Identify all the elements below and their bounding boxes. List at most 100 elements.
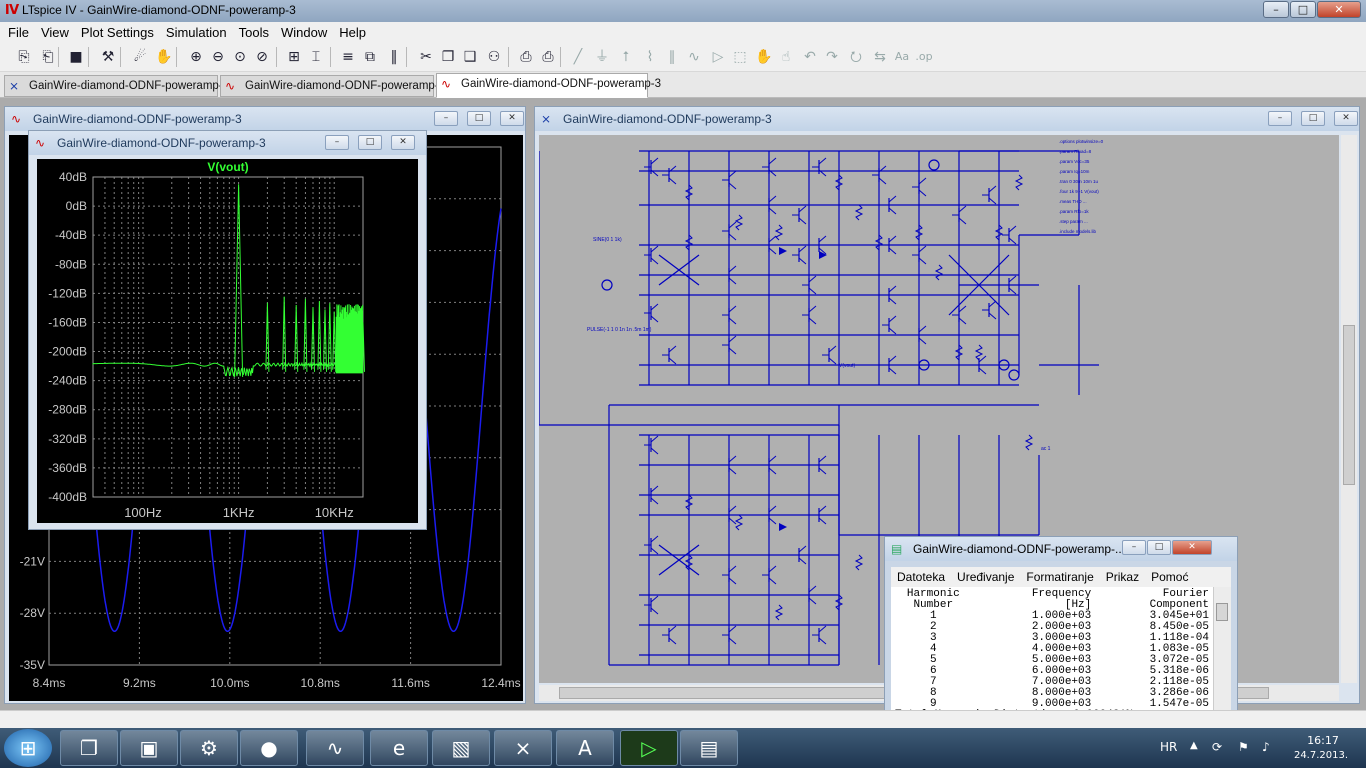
notepad-vertical-scrollbar[interactable] [1213, 587, 1231, 723]
zoom-cancel-icon[interactable]: ⊘ [252, 47, 272, 67]
cascade-icon[interactable]: ⧉ [360, 47, 380, 67]
mirror-icon[interactable]: ⇆ [870, 47, 890, 67]
close-button[interactable]: ✕ [1317, 1, 1361, 18]
copy-icon[interactable]: ❐ [438, 47, 458, 67]
redo-icon[interactable]: ↷ [822, 47, 842, 67]
maximize-button[interactable]: □ [358, 135, 382, 150]
spice-directive[interactable]: .param Vcc=35 [1059, 159, 1090, 164]
undo-icon[interactable]: ↶ [800, 47, 820, 67]
tab-waveform-1[interactable]: ∿ GainWire-diamond-ODNF-poweramp-3 [220, 75, 445, 97]
menu-plot-settings[interactable]: Plot Settings [75, 25, 160, 40]
spice-directive-icon[interactable]: .op [914, 47, 934, 67]
tab-waveform-2[interactable]: ∿ GainWire-diamond-ODNF-poweramp-3 [436, 73, 661, 98]
move-icon[interactable]: ✋ [754, 47, 774, 67]
tray-arrow-icon[interactable]: ▲ [1190, 740, 1198, 751]
spice-directive[interactable]: .options plotwinsize=0 [1059, 139, 1104, 144]
halt-icon[interactable]: ✋ [154, 47, 174, 67]
close-button[interactable]: ✕ [1334, 111, 1358, 126]
volume-icon[interactable]: ♪ [1262, 740, 1270, 754]
menu-formatiranje[interactable]: Formatiranje [1020, 570, 1099, 584]
maximize-button[interactable]: □ [467, 111, 491, 126]
maximize-button[interactable]: □ [1301, 111, 1325, 126]
zoom-fit-icon[interactable]: ⊙ [230, 47, 250, 67]
ltspice-icon[interactable]: ⨯ [494, 730, 552, 766]
text-icon[interactable]: Aa [892, 47, 912, 67]
ie-icon[interactable]: e [370, 730, 428, 766]
fft-plot-canvas[interactable]: 40dB 0dB -40dB -80dB -120dB -160dB -200dB -240d… [37, 159, 418, 523]
fourier-results-window[interactable]: ▤ GainWire-diamond-ODNF-poweramp-... – □… [884, 536, 1238, 728]
language-indicator[interactable]: HR [1160, 740, 1177, 754]
fft-plot-window[interactable]: ∿ GainWire-diamond-ODNF-poweramp-3 – □ ✕… [28, 130, 427, 530]
spice-directive[interactable]: .param Iq=10m [1059, 169, 1090, 174]
minimize-button[interactable]: – [1263, 1, 1289, 18]
photos-icon[interactable]: ▧ [432, 730, 490, 766]
cut-icon[interactable]: ✂ [416, 47, 436, 67]
clock-time[interactable]: 16:17 [1298, 734, 1348, 747]
rotate-icon[interactable]: ⭮ [846, 47, 866, 67]
schematic-label[interactable]: SINE(0 1 1k) [593, 237, 622, 243]
spice-directive[interactable]: .step param ... [1059, 219, 1088, 224]
diode-icon[interactable]: ▷ [708, 47, 728, 67]
spice-directive[interactable]: .four 1k 9 -1 V(vout) [1059, 189, 1099, 194]
spice-directive[interactable]: .param Rfb=1k [1059, 209, 1089, 214]
label-icon[interactable]: ⭡ [616, 47, 636, 67]
maximize-button[interactable]: □ [1290, 1, 1316, 18]
trace-label[interactable]: V(vout) [207, 160, 248, 174]
open-icon[interactable]: ⎗ [38, 47, 58, 67]
app-title-bar[interactable]: Ⅳ LTspice IV - GainWire-diamond-ODNF-pow… [0, 0, 1366, 22]
media-icon[interactable]: ▣ [120, 730, 178, 766]
tile-vertical-icon[interactable]: ‖ [384, 47, 404, 67]
zoom-in-icon[interactable]: ⊕ [186, 47, 206, 67]
find-icon[interactable]: ⚇ [484, 47, 504, 67]
menu-uredivanje[interactable]: Uređivanje [951, 570, 1020, 584]
minimize-button[interactable]: – [325, 135, 349, 150]
spice-directive[interactable]: .param Rload=8 [1059, 149, 1092, 154]
menu-simulation[interactable]: Simulation [160, 25, 233, 40]
menu-pomoc[interactable]: Pomoć [1145, 570, 1194, 584]
explorer-icon[interactable]: ❐ [60, 730, 118, 766]
new-schematic-icon[interactable]: ⎘ [14, 47, 34, 67]
menu-window[interactable]: Window [275, 25, 333, 40]
start-button[interactable]: ⊞ [4, 729, 52, 767]
wordpad-icon[interactable]: A [556, 730, 614, 766]
schematic-label[interactable]: V(vout) [839, 363, 855, 369]
drag-icon[interactable]: ☝ [776, 47, 796, 67]
schematic-label[interactable]: ac 1 [1041, 446, 1051, 452]
scrollbar-thumb[interactable] [1216, 603, 1228, 621]
capacitor-icon[interactable]: ∥ [662, 47, 682, 67]
notepad-icon[interactable]: ▤ [680, 730, 738, 766]
save-icon[interactable]: ■ [66, 47, 86, 67]
burn-icon[interactable]: ● [240, 730, 298, 766]
maximize-button[interactable]: □ [1147, 540, 1171, 555]
wire-icon[interactable]: ╱ [568, 47, 588, 67]
tab-schematic[interactable]: ⨯ GainWire-diamond-ODNF-poweramp-3 [4, 75, 229, 97]
fourier-text-area[interactable]: Harmonic Frequency Fourier Number [Hz] Compon… [891, 587, 1213, 723]
schematic-label[interactable]: PULSE(-1 1 0 1n 1n .5m 1m) [587, 327, 652, 333]
menu-prikaz[interactable]: Prikaz [1100, 570, 1145, 584]
component-icon[interactable]: ⬚ [730, 47, 750, 67]
tools-icon[interactable]: ⚙ [180, 730, 238, 766]
action-center-icon[interactable]: ⚑ [1238, 740, 1249, 754]
menu-tools[interactable]: Tools [233, 25, 275, 40]
zoom-out-icon[interactable]: ⊖ [208, 47, 228, 67]
close-button[interactable]: ✕ [391, 135, 415, 150]
spice-directive[interactable]: .meas THD ... [1059, 199, 1087, 204]
menu-datoteka[interactable]: Datoteka [891, 570, 951, 584]
scope-icon[interactable]: ∿ [306, 730, 364, 766]
close-button[interactable]: ✕ [500, 111, 524, 126]
autorange-icon[interactable]: ⌶ [306, 47, 326, 67]
print-preview-icon[interactable]: ⎙ [516, 47, 536, 67]
tile-horizontal-icon[interactable]: ≡ [338, 47, 358, 67]
menu-view[interactable]: View [35, 25, 75, 40]
minimize-button[interactable]: – [1268, 111, 1292, 126]
inductor-icon[interactable]: ∿ [684, 47, 704, 67]
spice-directive[interactable]: .include models.lib [1059, 229, 1097, 234]
print-icon[interactable]: ⎙ [538, 47, 558, 67]
network-icon[interactable]: ⟳ [1212, 740, 1222, 754]
window-tile-icon[interactable]: ⊞ [284, 47, 304, 67]
scrollbar-thumb[interactable] [1343, 325, 1355, 485]
spice-active-icon[interactable]: ▷ [620, 730, 678, 766]
minimize-button[interactable]: – [1122, 540, 1146, 555]
control-panel-icon[interactable]: ⚒ [98, 47, 118, 67]
clock-date[interactable]: 24.7.2013. [1290, 750, 1352, 761]
